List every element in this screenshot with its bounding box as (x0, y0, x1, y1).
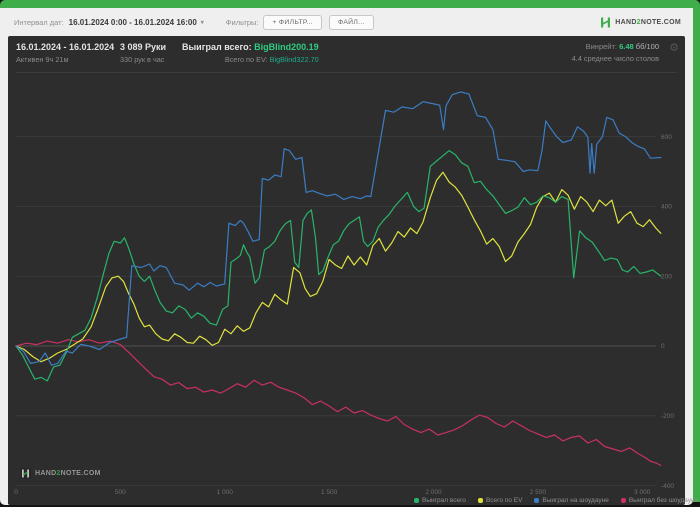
series-line-Выиграл на шоудауне (15, 91, 662, 366)
x-axis-label-500: 500 (115, 489, 126, 496)
legend-dot-total-won (414, 498, 419, 503)
hand2note-logo-icon (601, 17, 611, 28)
app-window: Интервал дат: 16.01.2024 0:00 - 16.01.20… (0, 8, 698, 505)
toolbar: Интервал дат: 16.01.2024 0:00 - 16.01.20… (0, 8, 693, 36)
active-time: Активен 9ч 21м (16, 55, 69, 64)
window-title-bar (0, 0, 700, 8)
ev-label: Всего по EV: (224, 55, 268, 64)
y-axis-label-200: 200 (661, 273, 672, 280)
winrate-value: 6.48 (619, 42, 634, 51)
y-axis-label-400: 400 (661, 204, 672, 211)
legend-dot-ev (477, 498, 483, 503)
gear-icon[interactable]: ⚙ (669, 43, 679, 54)
watermark: HAND2NOTE.COM (20, 468, 101, 479)
winnings-graph: 600 400 200 0 -200 -400 0 500 1 000 1 500 2 000 2 5… (14, 91, 674, 496)
winrate-block: Винрейт: 6.48 бб/100 4.4 среднее число с… (572, 42, 659, 63)
won-total: Выиграл всего: BigBlind200.19 (182, 42, 319, 52)
hands-per-hour: 330 рук в час (120, 55, 165, 64)
hands-block: 3 089 Руки 330 рук в час (120, 42, 166, 64)
date-interval-select[interactable]: 16.01.2024 0:00 - 16.01.2024 16:00 ▾ (69, 18, 204, 27)
hands-count: 3 089 Руки (120, 42, 167, 52)
won-label: Выиграл всего: (182, 42, 252, 52)
x-axis-label-3 000: 3 000 (634, 489, 651, 496)
hand2note-brand-link[interactable]: HAND2NOTE.COM (600, 17, 681, 28)
series-line-Выиграл без шоудауна (15, 339, 662, 466)
x-axis-label-0: 0 (14, 489, 18, 496)
winrate-label: Винрейт: (585, 42, 617, 51)
legend-item-no-showdown[interactable]: Выиграл без шоудауна (620, 497, 698, 504)
chevron-down-icon: ▾ (200, 19, 204, 26)
y-axis-label--400: -400 (661, 483, 674, 490)
winrate-line: Винрейт: 6.48 бб/100 (572, 42, 659, 51)
window-edge-strip (693, 6, 700, 502)
x-axis-label-1 000: 1 000 (217, 489, 234, 496)
legend-item-ev[interactable]: Всего по EV (477, 497, 522, 504)
y-axis-label-0: 0 (661, 343, 665, 350)
legend-item-total-won[interactable]: Выиграл всего (414, 497, 466, 504)
x-axis-label-2 500: 2 500 (530, 489, 547, 496)
legend-dot-no-showdown (620, 498, 626, 503)
tables-average: 4.4 среднее число столов (571, 54, 659, 63)
chart-legend: Выиграл всего Всего по EV Выиграл на шоу… (414, 497, 698, 504)
x-axis-label-1 500: 1 500 (321, 489, 338, 496)
ev-total: Всего по EV: BigBlind322.70 (182, 55, 319, 64)
watermark-text: HAND2NOTE.COM (35, 470, 101, 477)
brand-text: HAND2NOTE.COM (615, 19, 681, 26)
add-filter-button[interactable]: + ФИЛЬТР... (263, 14, 322, 30)
screen: Интервал дат: 16.01.2024 0:00 - 16.01.20… (0, 0, 700, 507)
date-interval-value: 16.01.2024 0:00 - 16.01.2024 16:00 (68, 17, 197, 27)
file-button[interactable]: ФАЙЛ... (329, 14, 374, 30)
y-axis-label-600: 600 (661, 134, 672, 141)
winnings-block: Выиграл всего: BigBlind200.19 Всего по E… (182, 42, 319, 64)
date-interval-label: Интервал дат: (14, 17, 64, 27)
date-range-block: 16.01.2024 - 16.01.2024 Активен 9ч 21м (16, 42, 114, 64)
x-axis-label-2 000: 2 000 (425, 489, 442, 496)
report-panel: 16.01.2024 - 16.01.2024 Активен 9ч 21м 3… (8, 36, 698, 505)
series-line-Всего по EV (15, 171, 662, 363)
legend-dot-showdown (534, 498, 540, 503)
legend-item-showdown[interactable]: Выиграл на шоудауне (534, 497, 609, 504)
ev-value: BigBlind322.70 (269, 55, 319, 64)
date-range: 16.01.2024 - 16.01.2024 (16, 42, 115, 52)
hand2note-watermark-icon (20, 468, 31, 479)
won-value: BigBlind200.19 (254, 42, 319, 52)
y-axis-label--200: -200 (661, 413, 674, 420)
winrate-units: бб/100 (635, 42, 659, 51)
report-header: 16.01.2024 - 16.01.2024 Активен 9ч 21м 3… (8, 36, 685, 72)
filters-label: Фильтры: (225, 17, 259, 27)
